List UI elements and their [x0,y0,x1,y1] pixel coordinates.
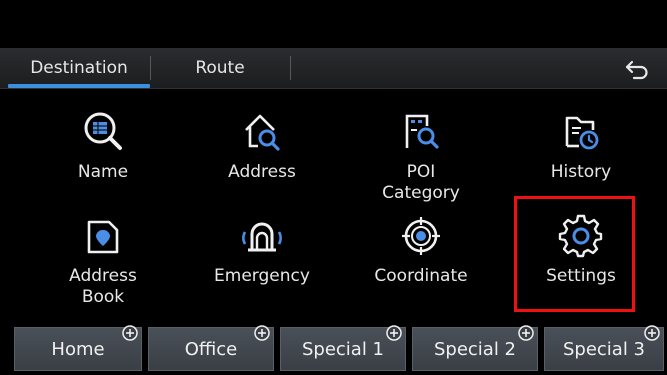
menu-label: Name [77,162,129,182]
tab-bar: Destination Route [0,48,667,89]
status-area [0,0,667,48]
add-icon [122,325,138,341]
emergency-siren-icon [242,222,282,252]
quick-special3-button[interactable]: Special 3 [544,325,664,371]
quick-label: Home [51,339,105,360]
back-button[interactable] [615,52,659,84]
address-book-icon [87,220,119,254]
active-tab-indicator [8,84,150,88]
menu-label: Emergency [214,266,310,286]
menu-history[interactable]: History [511,108,651,183]
add-icon [386,325,402,341]
menu-coordinate[interactable]: Coordinate [351,212,491,287]
quick-label: Special 2 [433,339,517,360]
add-icon [644,325,660,341]
tab-route[interactable]: Route [150,48,290,88]
menu-label: History [550,162,612,182]
quick-home-button[interactable]: Home [14,325,142,371]
menu-address[interactable]: Address [192,108,332,183]
tab-destination[interactable]: Destination [8,48,150,88]
back-icon [625,60,648,80]
quick-special2-button[interactable]: Special 2 [412,325,538,371]
quick-label: Special 1 [301,339,385,360]
menu-label: Coordinate [374,266,468,286]
home-search-icon [245,114,280,151]
building-search-icon [405,114,439,149]
add-icon [254,325,270,341]
quick-label: Office [184,339,238,360]
add-icon [518,325,534,341]
menu-emergency[interactable]: Emergency [192,212,332,287]
menu-name[interactable]: Name [33,108,173,183]
menu-label: Address Book [69,266,137,307]
crosshair-icon [402,217,440,255]
settings-highlight-box [514,196,635,312]
quick-office-button[interactable]: Office [148,325,274,371]
menu-poi-category[interactable]: POI Category [351,108,491,204]
menu-label: POI Category [382,162,460,203]
folder-clock-icon [565,116,599,150]
search-name-icon [84,112,122,150]
quick-special1-button[interactable]: Special 1 [280,325,406,371]
menu-address-book[interactable]: Address Book [33,212,173,308]
quick-label: Special 3 [562,339,646,360]
tab-divider [290,56,291,80]
menu-label: Address [228,162,296,182]
